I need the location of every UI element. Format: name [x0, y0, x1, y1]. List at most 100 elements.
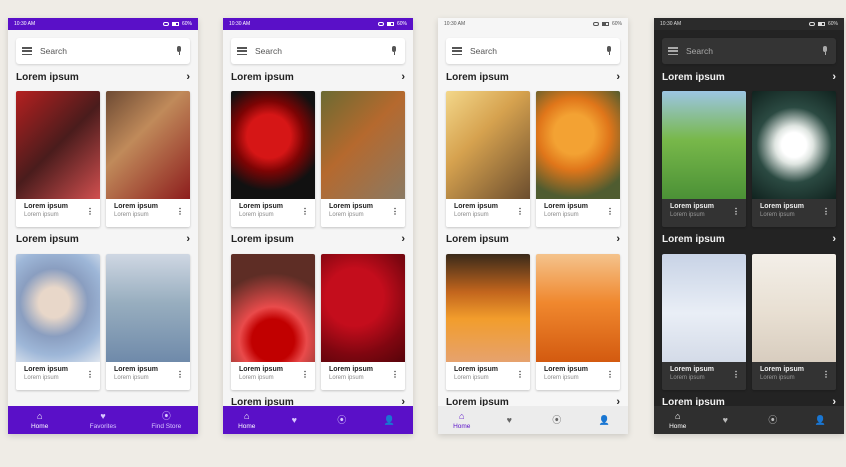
status-time: 10:30 AM [229, 21, 251, 27]
more-vert-icon[interactable]: ⋮ [176, 208, 184, 216]
status-bar: 10:30 AM 60% [8, 18, 198, 30]
more-vert-icon[interactable]: ⋮ [86, 371, 94, 379]
card[interactable]: Lorem ipsum Lorem ipsum ⋮ [106, 91, 190, 227]
bottom-nav: ⌂ Home ♥ Favorites ⦿ Find Store [8, 406, 198, 434]
section-header[interactable]: Lorem ipsum › [446, 70, 620, 84]
nav-favorites[interactable]: ♥ [702, 406, 750, 434]
battery-icon [817, 22, 825, 26]
status-time: 10:30 AM [14, 21, 36, 27]
phone-screen-2: 10:30 AM 60% Search Lorem ipsum › Lorem i… [223, 18, 413, 434]
card[interactable]: Lorem ipsum Lorem ipsum ⋮ [752, 254, 836, 390]
card[interactable]: Lorem ipsum Lorem ipsum ⋮ [321, 254, 405, 390]
nav-profile[interactable]: 👤 [581, 406, 629, 434]
chevron-right-icon[interactable]: › [616, 71, 620, 83]
card[interactable]: Lorem ipsum Lorem ipsum ⋮ [536, 254, 620, 390]
more-vert-icon[interactable]: ⋮ [176, 371, 184, 379]
mic-icon[interactable] [820, 46, 830, 56]
nav-home[interactable]: ⌂ Home [223, 406, 271, 434]
card[interactable]: Lorem ipsum Lorem ipsum ⋮ [752, 91, 836, 227]
card[interactable]: Lorem ipsum Lorem ipsum ⋮ [536, 91, 620, 227]
more-vert-icon[interactable]: ⋮ [606, 208, 614, 216]
location-pin-icon: ⦿ [552, 415, 562, 425]
section-header[interactable]: Lorem ipsum › [662, 70, 836, 84]
nav-profile[interactable]: 👤 [797, 406, 845, 434]
nav-home[interactable]: ⌂ Home [438, 406, 486, 434]
section-header[interactable]: Lorem ipsum › [16, 70, 190, 84]
section-header[interactable]: Lorem ipsum › [446, 232, 620, 246]
chevron-right-icon[interactable]: › [616, 233, 620, 245]
card[interactable]: Lorem ipsum Lorem ipsum ⋮ [16, 254, 100, 390]
chevron-right-icon[interactable]: › [401, 233, 405, 245]
card[interactable]: Lorem ipsum Lorem ipsum ⋮ [321, 91, 405, 227]
more-vert-icon[interactable]: ⋮ [301, 208, 309, 216]
chevron-right-icon[interactable]: › [186, 71, 190, 83]
nav-find-store[interactable]: ⦿ [749, 406, 797, 434]
nav-favorites[interactable]: ♥ Favorites [71, 406, 134, 434]
search-bar[interactable]: Search [662, 38, 836, 64]
card-image [106, 91, 190, 199]
search-input[interactable]: Search [255, 46, 389, 56]
section-header[interactable]: Lorem ipsum › [662, 232, 836, 246]
phone-screen-3: 10:30 AM 60% Search Lorem ipsum › Lorem i… [438, 18, 628, 434]
nav-home[interactable]: ⌂ Home [8, 406, 71, 434]
card[interactable]: Lorem ipsum Lorem ipsum ⋮ [231, 91, 315, 227]
mic-icon[interactable] [389, 46, 399, 56]
card-image [321, 254, 405, 362]
menu-icon[interactable] [237, 47, 247, 56]
battery-percent: 60% [827, 21, 838, 27]
card-image [16, 254, 100, 362]
person-icon: 👤 [598, 415, 610, 425]
section-header[interactable]: Lorem ipsum › [231, 70, 405, 84]
chevron-right-icon[interactable]: › [186, 233, 190, 245]
signal-icon [162, 22, 169, 26]
card-image [662, 254, 746, 362]
search-input[interactable]: Search [470, 46, 604, 56]
card[interactable]: Lorem ipsum Lorem ipsum ⋮ [662, 254, 746, 390]
mic-icon[interactable] [174, 46, 184, 56]
status-bar: 10:30 AM 60% [654, 18, 844, 30]
chevron-right-icon[interactable]: › [401, 71, 405, 83]
card[interactable]: Lorem ipsum Lorem ipsum ⋮ [446, 91, 530, 227]
search-bar[interactable]: Search [16, 38, 190, 64]
chevron-right-icon[interactable]: › [832, 71, 836, 83]
nav-home[interactable]: ⌂ Home [654, 406, 702, 434]
nav-find-store[interactable]: ⦿ [318, 406, 366, 434]
nav-favorites[interactable]: ♥ [486, 406, 534, 434]
more-vert-icon[interactable]: ⋮ [86, 208, 94, 216]
card[interactable]: Lorem ipsum Lorem ipsum ⋮ [231, 254, 315, 390]
menu-icon[interactable] [668, 47, 678, 56]
menu-icon[interactable] [452, 47, 462, 56]
battery-icon [171, 22, 179, 26]
more-vert-icon[interactable]: ⋮ [822, 208, 830, 216]
more-vert-icon[interactable]: ⋮ [516, 208, 524, 216]
bottom-nav: ⌂ Home ♥ ⦿ 👤 [654, 406, 844, 434]
status-bar: 10:30 AM 60% [223, 18, 413, 30]
more-vert-icon[interactable]: ⋮ [391, 371, 399, 379]
card[interactable]: Lorem ipsum Lorem ipsum ⋮ [106, 254, 190, 390]
card[interactable]: Lorem ipsum Lorem ipsum ⋮ [662, 91, 746, 227]
menu-icon[interactable] [22, 47, 32, 56]
more-vert-icon[interactable]: ⋮ [732, 371, 740, 379]
nav-favorites[interactable]: ♥ [271, 406, 319, 434]
card-image [16, 91, 100, 199]
nav-find-store[interactable]: ⦿ [533, 406, 581, 434]
more-vert-icon[interactable]: ⋮ [301, 371, 309, 379]
nav-profile[interactable]: 👤 [366, 406, 414, 434]
search-bar[interactable]: Search [446, 38, 620, 64]
chevron-right-icon[interactable]: › [832, 233, 836, 245]
more-vert-icon[interactable]: ⋮ [391, 208, 399, 216]
section-header[interactable]: Lorem ipsum › [16, 232, 190, 246]
mic-icon[interactable] [604, 46, 614, 56]
nav-find-store[interactable]: ⦿ Find Store [135, 406, 198, 434]
card[interactable]: Lorem ipsum Lorem ipsum ⋮ [446, 254, 530, 390]
more-vert-icon[interactable]: ⋮ [732, 208, 740, 216]
card[interactable]: Lorem ipsum Lorem ipsum ⋮ [16, 91, 100, 227]
more-vert-icon[interactable]: ⋮ [822, 371, 830, 379]
section-header[interactable]: Lorem ipsum › [231, 232, 405, 246]
more-vert-icon[interactable]: ⋮ [516, 371, 524, 379]
battery-percent: 60% [396, 21, 407, 27]
search-input[interactable]: Search [40, 46, 174, 56]
search-input[interactable]: Search [686, 46, 820, 56]
more-vert-icon[interactable]: ⋮ [606, 371, 614, 379]
search-bar[interactable]: Search [231, 38, 405, 64]
